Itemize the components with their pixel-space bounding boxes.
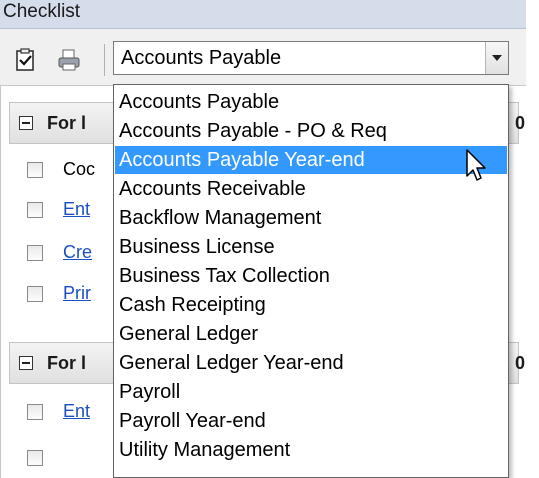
- task-link[interactable]: Cre: [63, 242, 92, 263]
- task-checkbox[interactable]: [27, 450, 43, 466]
- task-link[interactable]: Ent: [63, 401, 90, 422]
- dropdown-option[interactable]: Payroll: [115, 378, 507, 406]
- dropdown-button[interactable]: [485, 42, 508, 74]
- chevron-down-icon: [492, 55, 502, 61]
- dropdown-option-highlighted[interactable]: Accounts Payable Year-end: [115, 146, 507, 174]
- dropdown-option[interactable]: Utility Management: [115, 436, 507, 464]
- task-checkbox[interactable]: [27, 162, 43, 178]
- window-titlebar: Checklist: [0, 0, 526, 29]
- task-checkbox[interactable]: [27, 404, 43, 420]
- toolbar: Accounts Payable: [0, 29, 526, 86]
- task-checkbox[interactable]: [27, 286, 43, 302]
- task-checkbox[interactable]: [27, 245, 43, 261]
- printer-icon[interactable]: [56, 47, 82, 73]
- dropdown-option[interactable]: Accounts Payable - PO & Req: [115, 117, 507, 145]
- mouse-cursor-icon: [466, 149, 486, 181]
- section-label: For l: [47, 353, 86, 373]
- dropdown-option[interactable]: General Ledger Year-end: [115, 349, 507, 377]
- checklist-icon[interactable]: [13, 47, 39, 73]
- dropdown-option[interactable]: Accounts Receivable: [115, 175, 507, 203]
- checklist-type-select[interactable]: Accounts Payable: [113, 41, 509, 75]
- section-label: For l: [47, 113, 86, 133]
- window-title: Checklist: [3, 1, 81, 22]
- checklist-type-dropdown-list[interactable]: Accounts Payable Accounts Payable - PO &…: [113, 84, 509, 478]
- dropdown-option[interactable]: Cash Receipting: [115, 291, 507, 319]
- dropdown-option[interactable]: Backflow Management: [115, 204, 507, 232]
- task-text: Coc: [63, 159, 96, 179]
- dropdown-option[interactable]: Accounts Payable: [115, 88, 507, 116]
- task-link[interactable]: Ent: [63, 199, 90, 220]
- dropdown-option[interactable]: Business Tax Collection: [115, 262, 507, 290]
- dropdown-option[interactable]: Payroll Year-end: [115, 407, 507, 435]
- window-edge: [526, 0, 539, 478]
- collapse-icon[interactable]: [19, 116, 33, 130]
- task-checkbox[interactable]: [27, 202, 43, 218]
- collapse-icon[interactable]: [19, 356, 33, 370]
- select-value: Accounts Payable: [121, 47, 282, 69]
- toolbar-separator: [104, 44, 105, 76]
- dropdown-option[interactable]: Business License: [115, 233, 507, 261]
- dropdown-option[interactable]: General Ledger: [115, 320, 507, 348]
- task-link[interactable]: Prir: [63, 283, 91, 304]
